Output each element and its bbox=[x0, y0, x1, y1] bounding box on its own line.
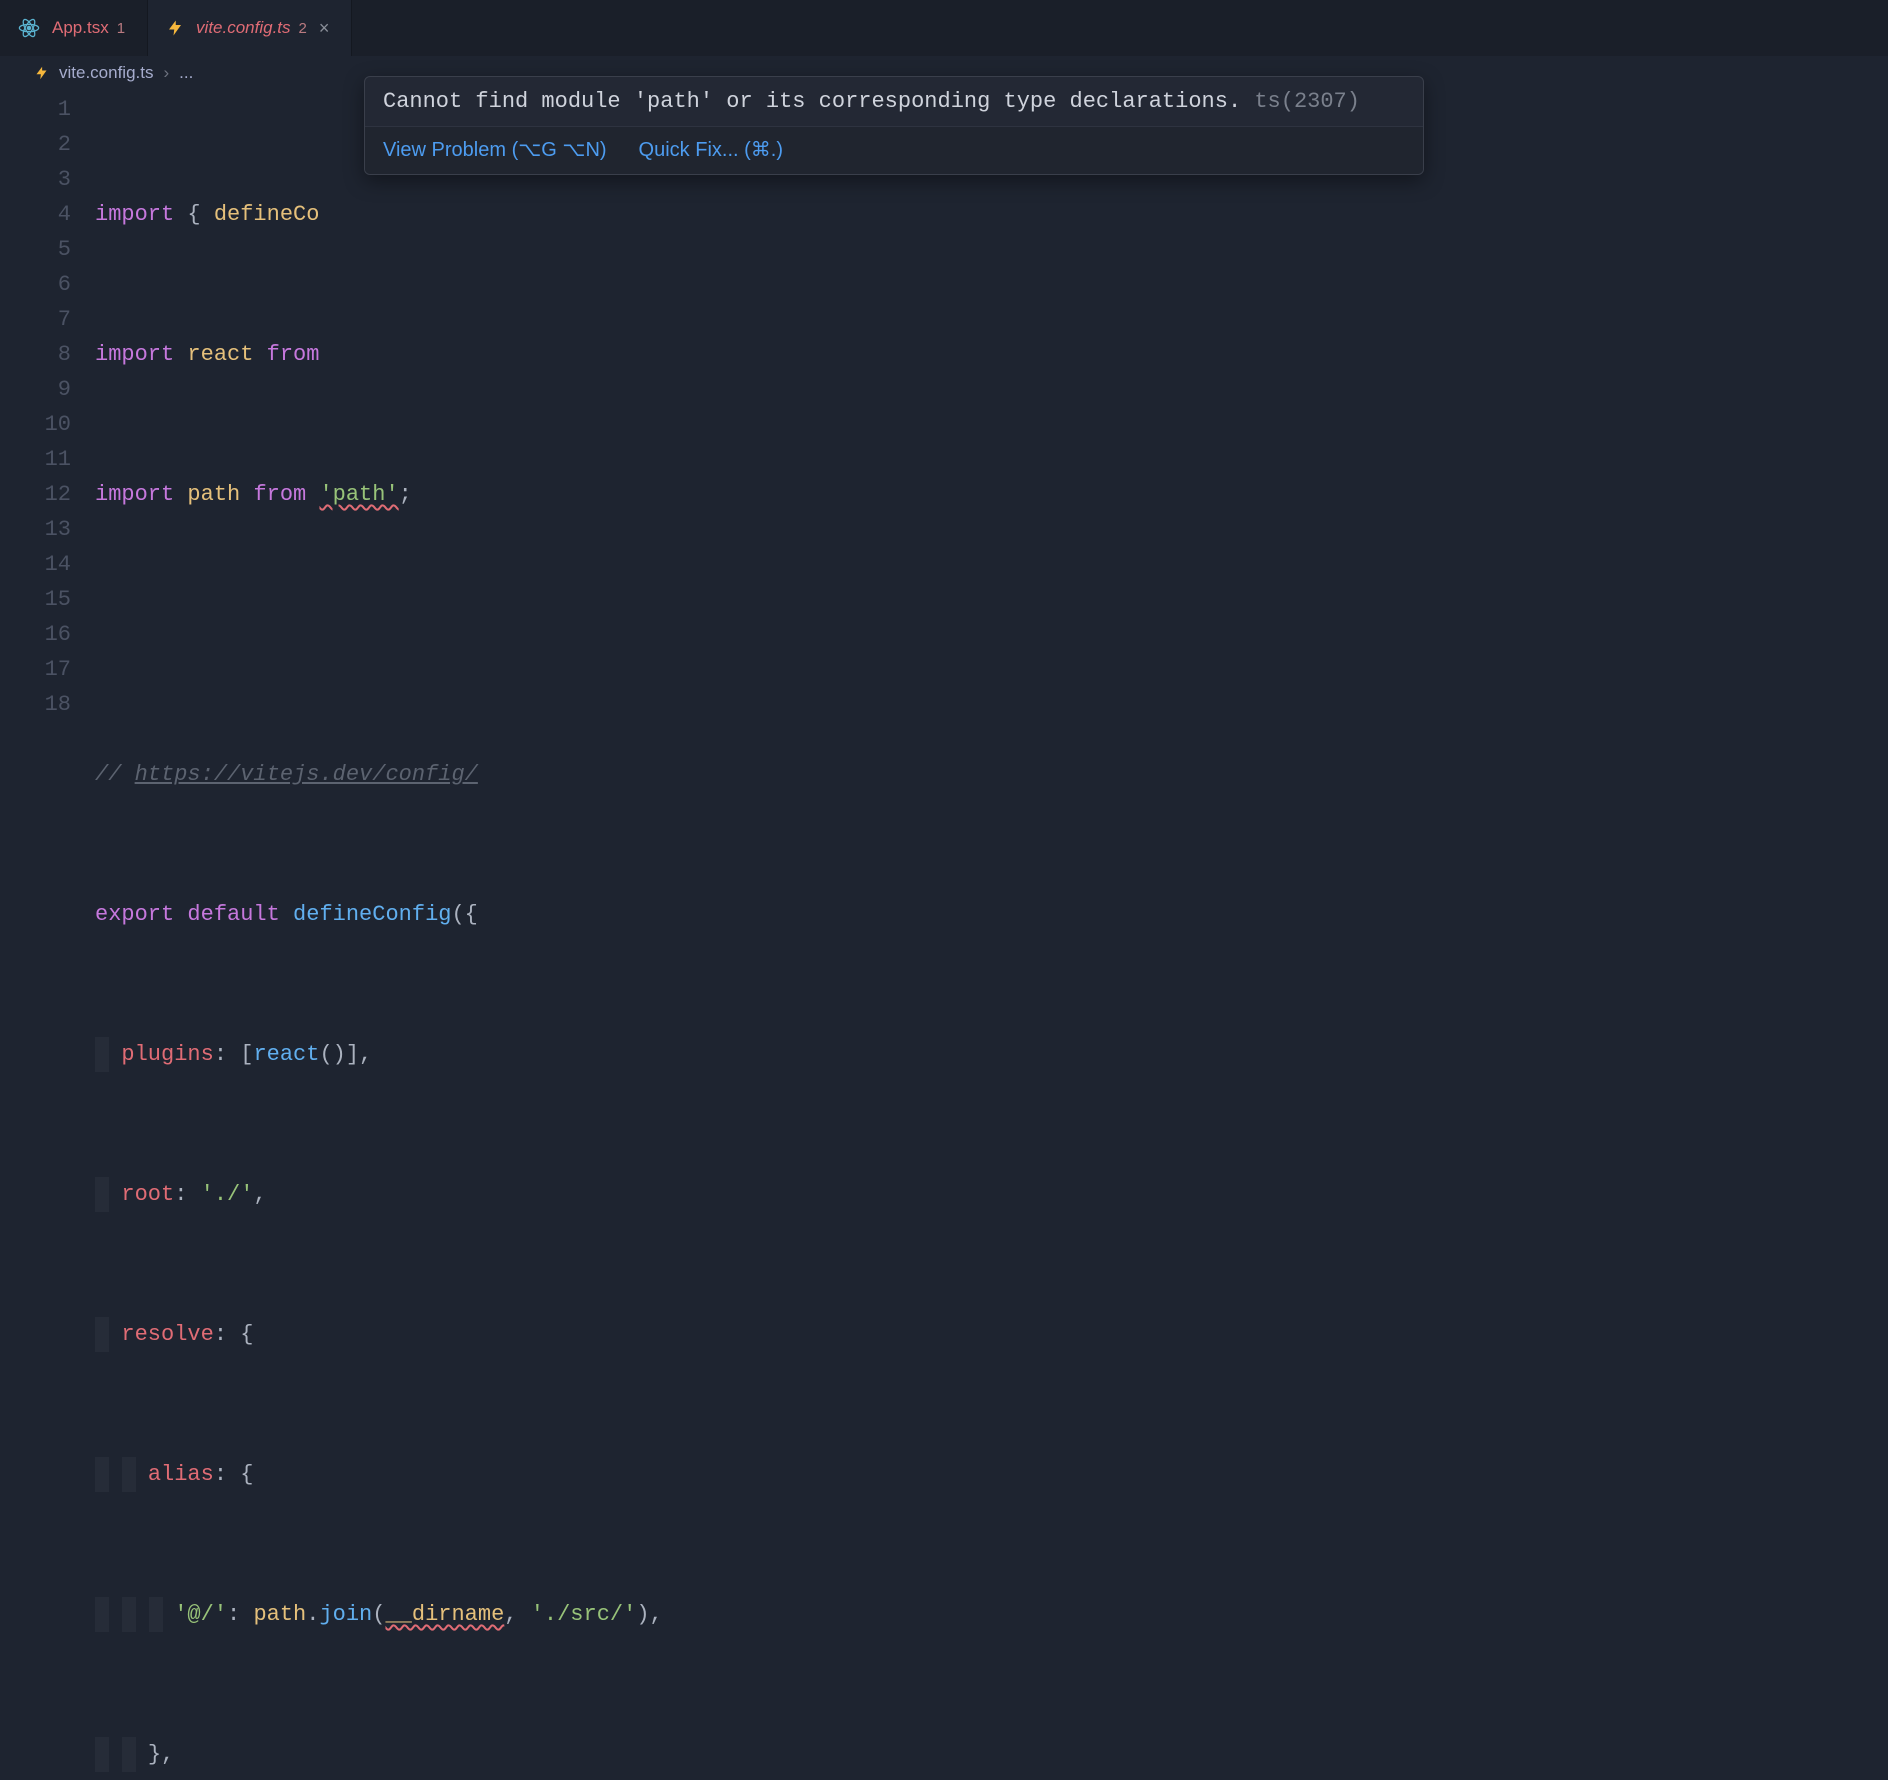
close-icon[interactable]: × bbox=[319, 19, 330, 37]
vite-icon bbox=[34, 64, 49, 82]
diagnostic-message: Cannot find module 'path' or its corresp… bbox=[365, 77, 1423, 126]
tab-vite-config[interactable]: vite.config.ts 2 × bbox=[148, 0, 352, 56]
breadcrumb-file: vite.config.ts bbox=[59, 63, 154, 83]
breadcrumb-rest: ... bbox=[179, 63, 193, 83]
error-span-dirname: __dirname bbox=[385, 1602, 504, 1627]
tab-bar: App.tsx 1 vite.config.ts 2 × bbox=[0, 0, 1888, 56]
line-number-gutter: 123456789 101112131415161718 bbox=[0, 92, 95, 1780]
react-icon bbox=[18, 17, 40, 39]
tab-label: vite.config.ts bbox=[196, 18, 291, 38]
editor[interactable]: 123456789 101112131415161718 import { de… bbox=[0, 90, 1888, 1780]
view-problem-link[interactable]: View Problem (⌥G ⌥N) bbox=[383, 137, 607, 162]
diagnostic-hover: Cannot find module 'path' or its corresp… bbox=[364, 76, 1424, 175]
tab-app-tsx[interactable]: App.tsx 1 bbox=[0, 0, 148, 56]
vite-icon bbox=[166, 17, 184, 39]
tab-problem-count: 1 bbox=[117, 20, 125, 37]
chevron-right-icon: › bbox=[164, 63, 170, 83]
tab-problem-count: 2 bbox=[299, 20, 307, 37]
tab-label: App.tsx bbox=[52, 18, 109, 38]
error-span-path: 'path' bbox=[319, 482, 398, 507]
quick-fix-link[interactable]: Quick Fix... (⌘.) bbox=[639, 137, 783, 162]
code-area[interactable]: import { defineCo import react from impo… bbox=[95, 92, 1888, 1780]
diagnostic-actions: View Problem (⌥G ⌥N) Quick Fix... (⌘.) bbox=[365, 126, 1423, 174]
